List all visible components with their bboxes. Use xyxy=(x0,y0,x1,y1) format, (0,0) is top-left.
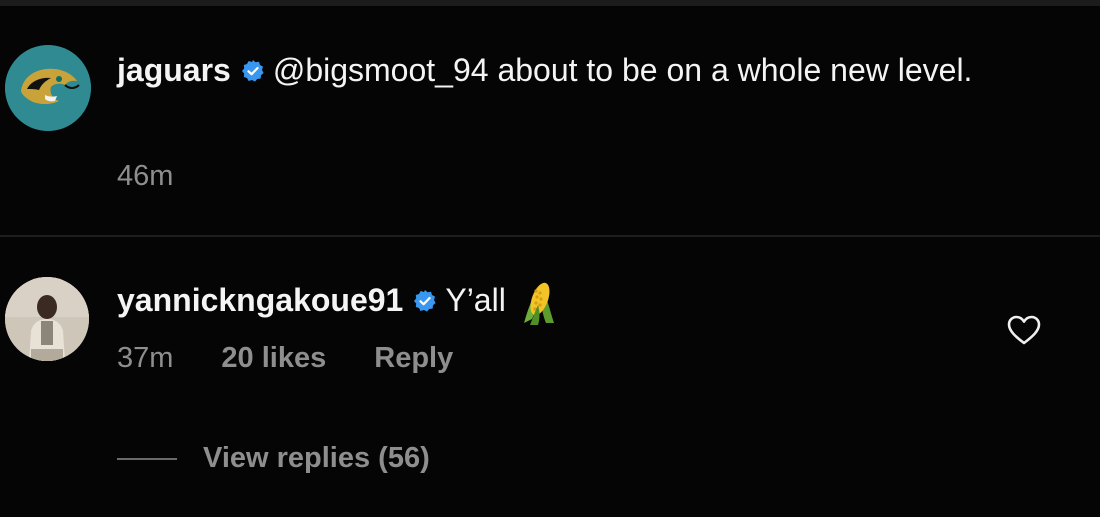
comment-divider xyxy=(0,235,1100,237)
reply-button[interactable]: Reply xyxy=(374,342,453,375)
top-divider xyxy=(0,0,1100,6)
likes-count[interactable]: 20 likes xyxy=(221,342,326,375)
verified-badge-icon xyxy=(241,59,265,83)
comment-text: Y’all xyxy=(445,282,506,318)
comment-timestamp: 46m xyxy=(117,160,174,192)
person-photo-icon xyxy=(5,277,89,361)
jaguars-logo-icon xyxy=(5,45,91,131)
jaguars-avatar[interactable] xyxy=(5,45,91,131)
view-replies-toggle[interactable]: View replies (56) xyxy=(117,442,430,475)
comment-meta: 46m xyxy=(117,160,173,193)
comments-screen: jaguars @bigsmoot_94 about to be on a who… xyxy=(0,0,1100,517)
comment-timestamp: 37m xyxy=(117,342,174,374)
corn-emoji-icon xyxy=(518,279,560,325)
view-replies-label[interactable]: View replies (56) xyxy=(203,442,430,475)
comment-body: jaguars @bigsmoot_94 about to be on a who… xyxy=(117,47,1077,93)
comment-username[interactable]: yannickngakoue91 xyxy=(117,282,403,318)
comment-username[interactable]: jaguars xyxy=(117,52,231,88)
user-avatar[interactable] xyxy=(5,277,89,361)
replies-line xyxy=(117,457,177,460)
comment-text: @bigsmoot_94 about to be on a whole new … xyxy=(272,52,973,88)
heart-icon[interactable] xyxy=(1006,314,1042,346)
comment-body: yannickngakoue91 Y’all xyxy=(117,277,917,325)
verified-badge-icon xyxy=(413,289,437,313)
comment-meta: 37m 20 likes Reply xyxy=(117,342,501,375)
